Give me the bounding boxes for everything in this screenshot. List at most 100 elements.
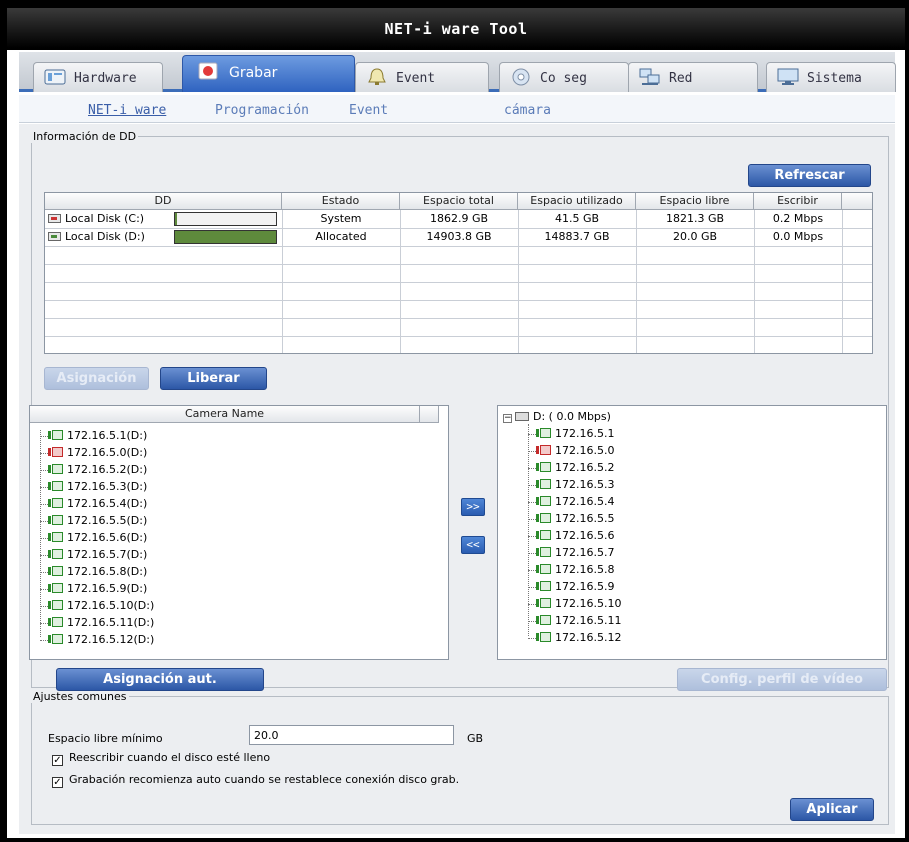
list-item[interactable]: 172.16.5.3(D:) (48, 478, 147, 495)
monitor-icon (777, 68, 799, 85)
sub-navigation: NET-i ware Programación Event cámara (19, 95, 895, 123)
overwrite-checkbox[interactable]: ✓ (52, 755, 63, 766)
auto-restart-checkbox[interactable]: ✓ (52, 777, 63, 788)
tab-label: Hardware (74, 71, 137, 86)
camera-icon (48, 600, 63, 610)
min-free-input[interactable] (249, 725, 454, 745)
col-espacio-libre[interactable]: Espacio libre (636, 193, 754, 210)
auto-assign-button[interactable]: Asignación aut. (56, 668, 264, 691)
tab-label: Co seg (540, 71, 587, 86)
list-item[interactable]: 172.16.5.8(D:) (48, 563, 147, 580)
tree-item[interactable]: 172.16.5.5 (536, 510, 614, 527)
col-espacio-utilizado[interactable]: Espacio utilizado (518, 193, 636, 210)
tree-item[interactable]: 172.16.5.10 (536, 595, 621, 612)
tree-item[interactable]: 172.16.5.11 (536, 612, 621, 629)
tab-co-seg[interactable]: Co seg (499, 62, 629, 92)
tree-item[interactable]: 172.16.5.12 (536, 629, 621, 646)
window-title: NET-i ware Tool (384, 20, 528, 38)
col-espacio-total[interactable]: Espacio total (400, 193, 518, 210)
camera-icon (48, 464, 63, 474)
col-escribir[interactable]: Escribir (754, 193, 842, 210)
tab-hardware[interactable]: Hardware (33, 62, 163, 92)
list-item[interactable]: 172.16.5.5(D:) (48, 512, 147, 529)
tab-event[interactable]: Event (355, 62, 489, 92)
tree-item[interactable]: 172.16.5.9 (536, 578, 614, 595)
camera-icon (536, 581, 551, 591)
camera-icon (536, 445, 551, 455)
min-free-unit: GB (467, 732, 484, 745)
camera-label: 172.16.5.9(D:) (67, 582, 148, 595)
tree-item[interactable]: 172.16.5.1 (536, 425, 614, 442)
move-left-button[interactable]: << (461, 536, 485, 554)
camera-icon (536, 428, 551, 438)
camera-icon (48, 515, 63, 525)
assign-button[interactable]: Asignación (44, 367, 149, 390)
camera-icon (536, 632, 551, 642)
tab-grabar[interactable]: Grabar (182, 55, 355, 92)
hard-disk-icon (48, 232, 61, 241)
camera-icon (536, 479, 551, 489)
list-item[interactable]: 172.16.5.9(D:) (48, 580, 147, 597)
overwrite-option[interactable]: ✓ Reescribir cuando el disco esté lleno (52, 751, 270, 766)
auto-restart-label: Grabación recomienza auto cuando se rest… (69, 773, 460, 786)
app-window: NET-i ware Tool Hardware Grabar Event Co… (7, 8, 905, 838)
tree-item-label: 172.16.5.0 (555, 444, 615, 457)
hardware-icon (44, 69, 66, 85)
camera-icon (48, 583, 63, 593)
tree-item[interactable]: 172.16.5.0 (536, 442, 614, 459)
subnav-net-i-ware[interactable]: NET-i ware (88, 103, 166, 118)
tree-item-label: 172.16.5.2 (555, 461, 615, 474)
release-button[interactable]: Liberar (160, 367, 267, 390)
list-item[interactable]: 172.16.5.12(D:) (48, 631, 154, 648)
disk-used: 41.5 GB (554, 212, 600, 225)
move-right-button[interactable]: >> (461, 498, 485, 516)
subnav-event[interactable]: Event (349, 103, 388, 118)
disk-total: 14903.8 GB (426, 230, 492, 243)
tree-item[interactable]: 172.16.5.3 (536, 476, 614, 493)
hdd-info-legend: Información de DD (33, 130, 137, 143)
tree-item[interactable]: 172.16.5.7 (536, 544, 614, 561)
apply-button[interactable]: Aplicar (790, 798, 874, 821)
camera-icon (48, 481, 63, 491)
tree-root-label: D: ( 0.0 Mbps) (533, 410, 611, 423)
auto-restart-option[interactable]: ✓ Grabación recomienza auto cuando se res… (52, 773, 459, 788)
camera-label: 172.16.5.8(D:) (67, 565, 148, 578)
list-item[interactable]: 172.16.5.10(D:) (48, 597, 154, 614)
subnav-camara[interactable]: cámara (504, 103, 551, 118)
video-profile-button[interactable]: Config. perfil de vídeo (677, 668, 887, 691)
camera-icon (536, 598, 551, 608)
list-item[interactable]: 172.16.5.0(D:) (48, 444, 147, 461)
col-camera-name[interactable]: Camera Name (30, 406, 420, 423)
camera-icon (536, 547, 551, 557)
tree-root-d[interactable]: − D: ( 0.0 Mbps) (503, 408, 611, 425)
camera-icon (48, 430, 63, 440)
tab-red[interactable]: Red (628, 62, 758, 92)
list-item[interactable]: 172.16.5.2(D:) (48, 461, 147, 478)
camera-icon (536, 496, 551, 506)
tree-item[interactable]: 172.16.5.4 (536, 493, 614, 510)
tree-item-label: 172.16.5.4 (555, 495, 615, 508)
tree-item[interactable]: 172.16.5.2 (536, 459, 614, 476)
record-icon (198, 62, 218, 80)
tree-item[interactable]: 172.16.5.8 (536, 561, 614, 578)
tab-label: Event (396, 71, 436, 86)
list-item[interactable]: 172.16.5.4(D:) (48, 495, 147, 512)
tab-sistema[interactable]: Sistema (766, 62, 896, 92)
tree-item[interactable]: 172.16.5.6 (536, 527, 614, 544)
collapse-icon[interactable]: − (503, 414, 512, 423)
list-item[interactable]: 172.16.5.7(D:) (48, 546, 147, 563)
camera-icon (48, 566, 63, 576)
disk-free: 20.0 GB (672, 230, 718, 243)
col-estado[interactable]: Estado (282, 193, 400, 210)
list-item[interactable]: 172.16.5.1(D:) (48, 427, 147, 444)
camera-label: 172.16.5.0(D:) (67, 446, 148, 459)
list-item[interactable]: 172.16.5.6(D:) (48, 529, 147, 546)
refresh-button[interactable]: Refrescar (748, 164, 871, 187)
col-dd[interactable]: DD (45, 193, 282, 210)
content-panel: Información de DD Refrescar DD Estado Es… (19, 124, 895, 834)
camera-icon (48, 617, 63, 627)
subnav-programacion[interactable]: Programación (215, 103, 309, 118)
tree-item-label: 172.16.5.1 (555, 427, 615, 440)
camera-icon (536, 530, 551, 540)
list-item[interactable]: 172.16.5.11(D:) (48, 614, 154, 631)
